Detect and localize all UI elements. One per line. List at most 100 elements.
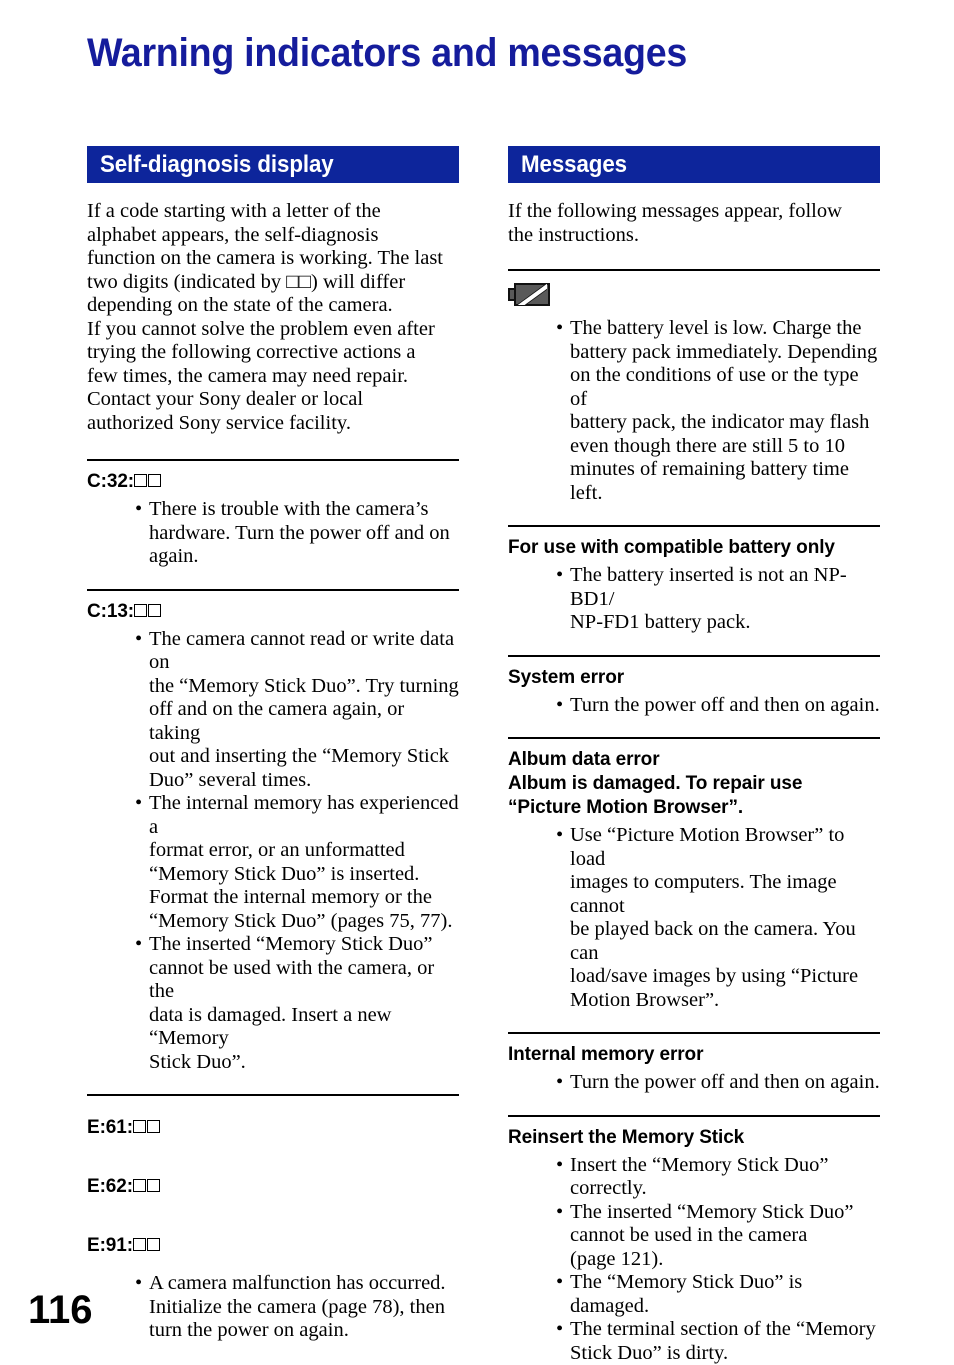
left-intro-paragraph: If a code starting with a letter of thea… <box>87 200 459 435</box>
subsection: The battery level is low. Charge the batt… <box>508 269 880 505</box>
intro-line: function on the camera is working. The l… <box>87 247 459 271</box>
bullet-line: off and on the camera again, or taking <box>149 698 459 745</box>
bullet-list: Use “Picture Motion Browser” to loadimag… <box>508 824 880 1012</box>
subsection-heading: Internal memory error <box>508 1043 880 1067</box>
intro-line: If a code starting with a letter of the <box>87 200 459 224</box>
bullet-line: the “Memory Stick Duo”. Try turning <box>149 675 459 699</box>
bullet-list: There is trouble with the camera’shardwa… <box>87 498 459 569</box>
subsection: For use with compatible battery only The … <box>508 525 880 635</box>
intro-line: trying the following corrective actions … <box>87 341 459 365</box>
bullet-line: The “Memory Stick Duo” is damaged. <box>570 1271 880 1318</box>
bullet-item: Turn the power off and then on again. <box>556 1071 880 1095</box>
bullet-item: A camera malfunction has occurred.Initia… <box>135 1272 459 1343</box>
right-column: Messages If the following messages appea… <box>508 146 880 1365</box>
heading-text: C:13: <box>87 601 134 622</box>
bullet-line: “Memory Stick Duo” (pages 75, 77). <box>149 910 459 934</box>
bullet-item: The camera cannot read or write data ont… <box>135 628 459 793</box>
bullet-line: The camera cannot read or write data on <box>149 628 459 675</box>
divider-rule <box>87 1094 459 1096</box>
right-sections: The battery level is low. Charge the batt… <box>508 269 880 1365</box>
section-header-messages: Messages <box>508 146 880 183</box>
page-title: Warning indicators and messages <box>87 31 687 76</box>
subsection-heading-line: E:62: <box>87 1164 459 1209</box>
bullet-list: Turn the power off and then on again. <box>508 694 880 718</box>
section-header-label: Messages <box>521 151 627 179</box>
subsection-heading: E:61: E:62: E:91: <box>87 1105 459 1268</box>
heading-text: Album data error <box>508 749 660 770</box>
placeholder-box-icon <box>133 1238 146 1251</box>
page-number: 116 <box>28 1288 93 1333</box>
bullet-line: Format the internal memory or the <box>149 886 459 910</box>
intro-line: few times, the camera may need repair. <box>87 365 459 389</box>
bullet-item: The battery level is low. Charge the batt… <box>556 317 880 505</box>
placeholder-box-icon <box>134 604 147 617</box>
intro-line: If the following messages appear, follow <box>508 200 880 224</box>
heading-text: C:32: <box>87 471 134 492</box>
bullet-line: The inserted “Memory Stick Duo” <box>570 1201 880 1225</box>
divider-rule <box>508 655 880 657</box>
bullet-line: Stick Duo” is dirty. <box>570 1342 880 1365</box>
icon-row <box>508 277 880 311</box>
heading-text: E:62: <box>87 1176 133 1197</box>
intro-line: If you cannot solve the problem even aft… <box>87 318 459 342</box>
placeholder-box-icon <box>148 604 161 617</box>
bullet-item: The battery inserted is not an NP-BD1/NP… <box>556 564 880 635</box>
heading-text: System error <box>508 667 624 688</box>
subsection-heading-line: Album data error <box>508 748 880 772</box>
section-header-self-diagnosis: Self-diagnosis display <box>87 146 459 183</box>
heading-text: For use with compatible battery only <box>508 537 835 558</box>
divider-rule <box>508 737 880 739</box>
bullet-list: Turn the power off and then on again. <box>508 1071 880 1095</box>
subsection-heading: Album data errorAlbum is damaged. To rep… <box>508 748 880 820</box>
heading-text: E:91: <box>87 1235 133 1256</box>
subsection-heading-line: “Picture Motion Browser”. <box>508 796 880 820</box>
subsection-heading: For use with compatible battery only <box>508 536 880 560</box>
bullet-line: format error, or an unformatted <box>149 839 459 863</box>
bullet-list: The camera cannot read or write data ont… <box>87 628 459 1075</box>
intro-line: two digits (indicated by □□) will differ <box>87 271 459 295</box>
subsection: System error Turn the power off and then … <box>508 655 880 718</box>
bullet-line: Stick Duo”. <box>149 1051 459 1075</box>
bullet-list: A camera malfunction has occurred.Initia… <box>87 1272 459 1343</box>
intro-line: alphabet appears, the self-diagnosis <box>87 224 459 248</box>
subsection-heading-line: C:13: <box>87 600 459 624</box>
subsection-heading-line: Reinsert the Memory Stick <box>508 1126 880 1150</box>
subsection-heading-line: System error <box>508 666 880 690</box>
bullet-line: The inserted “Memory Stick Duo” <box>149 933 459 957</box>
bullet-line: Insert the “Memory Stick Duo” <box>570 1154 880 1178</box>
bullet-line: The battery level is low. Charge the <box>570 317 880 341</box>
right-intro-paragraph: If the following messages appear, follow… <box>508 200 880 247</box>
left-sections: C:32: There is trouble with the camera’sh… <box>87 459 459 1343</box>
bullet-line: turn the power on again. <box>149 1319 459 1343</box>
bullet-list: The battery inserted is not an NP-BD1/NP… <box>508 564 880 635</box>
placeholder-box-icon <box>133 1179 146 1192</box>
heading-text: Internal memory error <box>508 1044 703 1065</box>
subsection-heading: Reinsert the Memory Stick <box>508 1126 880 1150</box>
bullet-line: battery pack, the indicator may flash <box>570 411 880 435</box>
bullet-line: Turn the power off and then on again. <box>570 694 880 718</box>
subsection-heading: C:13: <box>87 600 459 624</box>
subsection-heading-line: E:61: <box>87 1105 459 1150</box>
intro-line: Contact your Sony dealer or local <box>87 388 459 412</box>
left-column: Self-diagnosis display If a code startin… <box>87 146 459 1343</box>
subsection-heading: System error <box>508 666 880 690</box>
heading-text: E:61: <box>87 1117 133 1138</box>
bullet-line: on the conditions of use or the type of <box>570 364 880 411</box>
intro-line: the instructions. <box>508 224 880 248</box>
bullet-line: hardware. Turn the power off and on <box>149 522 459 546</box>
heading-text: Reinsert the Memory Stick <box>508 1127 744 1148</box>
subsection: Album data errorAlbum is damaged. To rep… <box>508 737 880 1012</box>
document-page: Warning indicators and messages Self-dia… <box>0 0 954 1357</box>
bullet-line: Turn the power off and then on again. <box>570 1071 880 1095</box>
bullet-line: Initialize the camera (page 78), then <box>149 1296 459 1320</box>
bullet-line: load/save images by using “Picture <box>570 965 880 989</box>
section-header-label: Self-diagnosis display <box>100 151 334 179</box>
bullet-item: The terminal section of the “MemoryStick… <box>556 1318 880 1365</box>
subsection-heading: C:32: <box>87 470 459 494</box>
bullet-item: Insert the “Memory Stick Duo”correctly. <box>556 1154 880 1201</box>
bullet-line: cannot be used with the camera, or the <box>149 957 459 1004</box>
bullet-line: correctly. <box>570 1177 880 1201</box>
subsection: C:13:The camera cannot read or write dat… <box>87 589 459 1075</box>
bullet-line: out and inserting the “Memory Stick <box>149 745 459 769</box>
low-battery-icon <box>508 283 550 306</box>
